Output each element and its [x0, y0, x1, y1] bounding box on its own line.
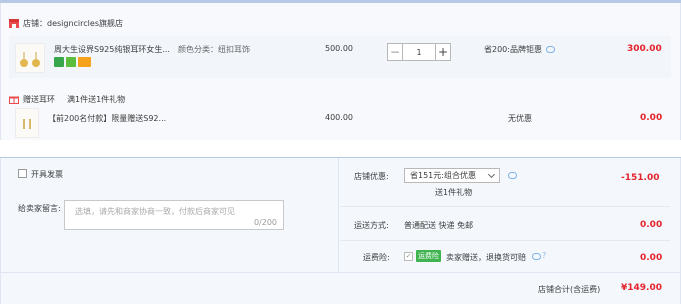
- total-amount: ¥149.00: [621, 283, 662, 293]
- discount-info-icon[interactable]: [508, 172, 517, 179]
- product-thumbnail[interactable]: [15, 43, 45, 73]
- store-discount-select[interactable]: 省151元:组合优惠: [404, 168, 500, 183]
- product-title[interactable]: 周大生设界S925纯银耳环女生...: [54, 44, 170, 55]
- store-discount-note: 送1件礼物: [435, 188, 473, 197]
- insurance-desc: 卖家赠送，退换货可赔: [446, 253, 526, 262]
- product-subtotal: 300.00: [627, 44, 662, 54]
- total-divider: [0, 272, 681, 273]
- earring-image: [20, 52, 40, 67]
- return-icon: [66, 57, 76, 67]
- chat-icon[interactable]: [546, 46, 555, 53]
- gift-image: [23, 119, 31, 129]
- row-divider: [340, 240, 670, 241]
- gift-icon: [9, 96, 19, 104]
- invoice-checkbox[interactable]: [18, 169, 27, 178]
- insurance-info-icon[interactable]: [532, 253, 541, 260]
- shop-icon: [9, 18, 19, 28]
- memo-label: 给卖家留言:: [18, 204, 61, 213]
- product-price: 500.00: [325, 44, 353, 53]
- gift-header: 赠送耳环 满1件送1件礼物: [9, 93, 125, 105]
- gift-subtotal: 0.00: [640, 113, 663, 123]
- chevron-down-icon: [487, 170, 496, 179]
- store-discount-selected: 省151元:组合优惠: [410, 171, 476, 180]
- increase-button[interactable]: +: [435, 43, 451, 61]
- shop-name[interactable]: 店铺：designcircles旗舰店: [23, 18, 123, 29]
- insurance-amount: 0.00: [640, 253, 663, 263]
- insurance-checkbox[interactable]: ✓: [404, 252, 413, 261]
- row-divider: [340, 206, 670, 207]
- store-discount-amount: -151.00: [621, 173, 660, 183]
- shipping-amount: 0.00: [640, 220, 663, 230]
- product-row: [9, 36, 671, 78]
- card-icon: [78, 57, 91, 67]
- help-icon[interactable]: ?: [542, 251, 546, 260]
- guarantee-icon: [54, 57, 64, 67]
- shipping-value: 普通配送 快递 免邮: [404, 221, 474, 230]
- decrease-button[interactable]: −: [387, 43, 403, 61]
- insurance-label: 运费险:: [363, 253, 390, 262]
- gift-title[interactable]: 【前200名付款】限量赠送S92...: [48, 113, 166, 124]
- memo-counter: 0/200: [253, 218, 277, 227]
- total-label: 店铺合计(含运费): [538, 285, 601, 294]
- quantity-stepper: − 1 +: [387, 43, 451, 61]
- memo-field[interactable]: 选填，请先和商家协商一致，付款后商家可见 0/200: [64, 200, 284, 230]
- invoice-label[interactable]: 开具发票: [31, 169, 63, 180]
- insurance-badge: 运费险: [416, 250, 441, 262]
- quantity-input[interactable]: 1: [403, 43, 435, 61]
- shop-header: 店铺：designcircles旗舰店: [9, 17, 123, 29]
- gift-desc: 满1件送1件礼物: [67, 94, 126, 104]
- shipping-label: 运送方式:: [354, 221, 389, 230]
- gift-price: 400.00: [325, 113, 353, 122]
- gift-thumbnail[interactable]: [15, 108, 39, 138]
- memo-placeholder: 选填，请先和商家协商一致，付款后商家可见: [75, 207, 235, 216]
- gift-tag: 赠送耳环: [23, 94, 55, 104]
- product-discount: 省200:品牌钜惠: [484, 45, 542, 54]
- store-discount-label: 店铺优惠:: [354, 172, 389, 181]
- gift-discount: 无优惠: [508, 114, 532, 123]
- product-option: 颜色分类：纽扣耳饰: [178, 45, 250, 54]
